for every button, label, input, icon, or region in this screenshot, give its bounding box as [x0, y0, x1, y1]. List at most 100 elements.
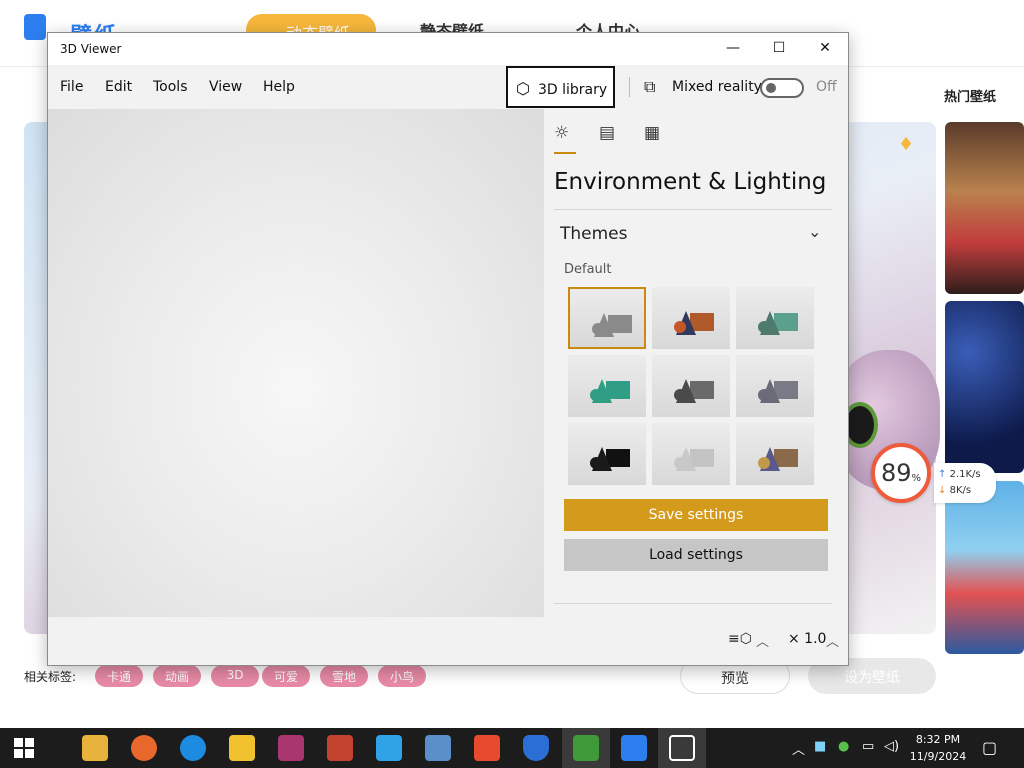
maximize-button[interactable]: ☐ [756, 33, 802, 65]
stats-tab-icon[interactable]: ▤ [599, 123, 615, 143]
file-explorer-icon[interactable] [82, 735, 108, 761]
sphere-shape [674, 457, 686, 469]
hot-wallpaper-thumb[interactable] [945, 481, 1024, 654]
mixed-reality-label: Mixed reality [672, 79, 762, 95]
notification-icon[interactable]: ▢ [982, 738, 997, 757]
load-settings-button[interactable]: Load settings [564, 539, 828, 571]
toggle-knob [766, 83, 776, 93]
playback-speed[interactable]: × 1.0 [788, 631, 826, 647]
upload-arrow-icon: ↑ [938, 469, 947, 480]
tray-app-icon[interactable]: ■ [814, 739, 826, 754]
3d-library-button[interactable]: ⬡ 3D library [506, 66, 615, 108]
app-icon[interactable] [474, 735, 500, 761]
theme-thumbnail[interactable] [568, 355, 646, 417]
clock-time: 8:32 PM [915, 733, 961, 746]
environment-lighting-panel: ☼ ▤ ▦ Environment & Lighting Themes ⌄ De… [544, 109, 848, 617]
tray-app-icon[interactable]: ● [838, 739, 849, 754]
window-title: 3D Viewer [60, 42, 122, 56]
theme-thumbnail[interactable] [568, 423, 646, 485]
lighting-tab-sun-icon[interactable]: ☼ [554, 123, 569, 143]
mixed-reality-icon: ⧉ [644, 77, 656, 96]
wallpaper-app-logo-icon [24, 14, 46, 40]
menu-edit[interactable]: Edit [105, 79, 132, 95]
sphere-shape [758, 389, 770, 401]
menu-bar: File Edit Tools View Help ⬡ 3D library ⧉ … [48, 65, 848, 109]
taskbar-clock[interactable]: 8:32 PM 11/9/2024 [906, 731, 970, 765]
3d-viewer-window: 3D Viewer — ☐ ✕ File Edit Tools View Hel… [47, 32, 849, 666]
taskbar: ︿ ■ ● ▭ ◁) 8:32 PM 11/9/2024 ▢ [0, 728, 1024, 768]
status-bar: ≡⬡ ︿ × 1.0 ︿ [48, 617, 848, 665]
theme-thumbnail[interactable] [736, 423, 814, 485]
volume-icon[interactable]: ◁) [884, 739, 899, 754]
save-settings-button[interactable]: Save settings [564, 499, 828, 531]
menu-help[interactable]: Help [263, 79, 295, 95]
panel-divider [554, 209, 832, 210]
store-icon[interactable] [425, 735, 451, 761]
menu-file[interactable]: File [60, 79, 83, 95]
upload-speed: 2.1K/s [949, 469, 981, 480]
themes-section-title[interactable]: Themes [560, 224, 628, 244]
tag-chip[interactable]: 小鸟 [378, 665, 426, 687]
tag-chip[interactable]: 3D [211, 665, 259, 687]
download-speed: 8K/s [949, 485, 972, 496]
network-speed-widget: ↑ 2.1K/s ↓ 8K/s [934, 463, 996, 503]
3d-viewer-taskbar-icon[interactable] [669, 735, 695, 761]
chevron-up-icon[interactable]: ︿ [756, 631, 769, 650]
theme-thumbnail[interactable] [568, 287, 646, 349]
tag-chip[interactable]: 雪地 [320, 665, 368, 687]
hot-wallpaper-thumb[interactable] [945, 301, 1024, 473]
window-titlebar[interactable]: 3D Viewer — ☐ ✕ [48, 33, 848, 65]
start-button[interactable] [14, 738, 34, 758]
sphere-shape [674, 389, 686, 401]
memory-usage-value: 89 [880, 459, 912, 487]
windows-logo-icon [14, 738, 23, 747]
archive-icon[interactable] [327, 735, 353, 761]
chevron-up-icon[interactable]: ︿ [826, 631, 839, 650]
security-shield-icon[interactable] [523, 735, 549, 761]
theme-thumbnail[interactable] [736, 287, 814, 349]
3d-library-label: 3D library [538, 82, 608, 98]
close-button[interactable]: ✕ [802, 33, 848, 65]
menu-tools[interactable]: Tools [153, 79, 188, 95]
remote-desktop-icon[interactable] [621, 735, 647, 761]
theme-thumbnail[interactable] [736, 355, 814, 417]
clock-date: 11/9/2024 [909, 750, 967, 763]
toolbar-separator [629, 77, 630, 97]
sphere-shape [590, 389, 602, 401]
sphere-shape [758, 321, 770, 333]
firefox-icon[interactable] [131, 735, 157, 761]
animation-icon[interactable]: ≡⬡ [728, 631, 752, 647]
menu-view[interactable]: View [209, 79, 242, 95]
theme-thumbnail[interactable] [652, 287, 730, 349]
chevron-up-icon[interactable]: ︿ [792, 739, 805, 758]
tag-chip[interactable]: 卡通 [95, 665, 143, 687]
theme-thumbnail[interactable] [652, 423, 730, 485]
app-icon[interactable] [229, 735, 255, 761]
sphere-shape [592, 323, 604, 335]
panel-divider [554, 603, 832, 604]
active-tab-indicator [554, 152, 576, 154]
cube-icon: ⬡ [516, 79, 530, 98]
wallpaper-app-icon[interactable] [573, 735, 599, 761]
hot-wallpaper-thumb[interactable] [945, 122, 1024, 294]
hot-wallpapers-title: 热门壁纸 [944, 90, 997, 105]
related-tags-label: 相关标签: [24, 670, 77, 684]
vip-diamond-icon: ♦ [898, 134, 915, 155]
memory-usage-widget[interactable]: 89% [871, 443, 931, 503]
tag-chip[interactable]: 可爱 [262, 665, 310, 687]
tag-chip[interactable]: 动画 [153, 665, 201, 687]
chevron-down-icon[interactable]: ⌄ [808, 222, 821, 241]
edge-icon[interactable] [180, 735, 206, 761]
3d-viewport[interactable] [48, 109, 544, 617]
mixed-reality-toggle[interactable] [760, 78, 804, 98]
minimize-button[interactable]: — [710, 33, 756, 65]
theme-thumbnail[interactable] [652, 355, 730, 417]
app-icon[interactable] [376, 735, 402, 761]
archive-icon[interactable] [278, 735, 304, 761]
grid-tab-icon[interactable]: ▦ [644, 123, 660, 143]
toggle-state-label: Off [816, 79, 837, 95]
sphere-shape [674, 321, 686, 333]
sphere-shape [758, 457, 770, 469]
memory-usage-unit: % [911, 473, 922, 484]
network-icon[interactable]: ▭ [862, 739, 874, 754]
